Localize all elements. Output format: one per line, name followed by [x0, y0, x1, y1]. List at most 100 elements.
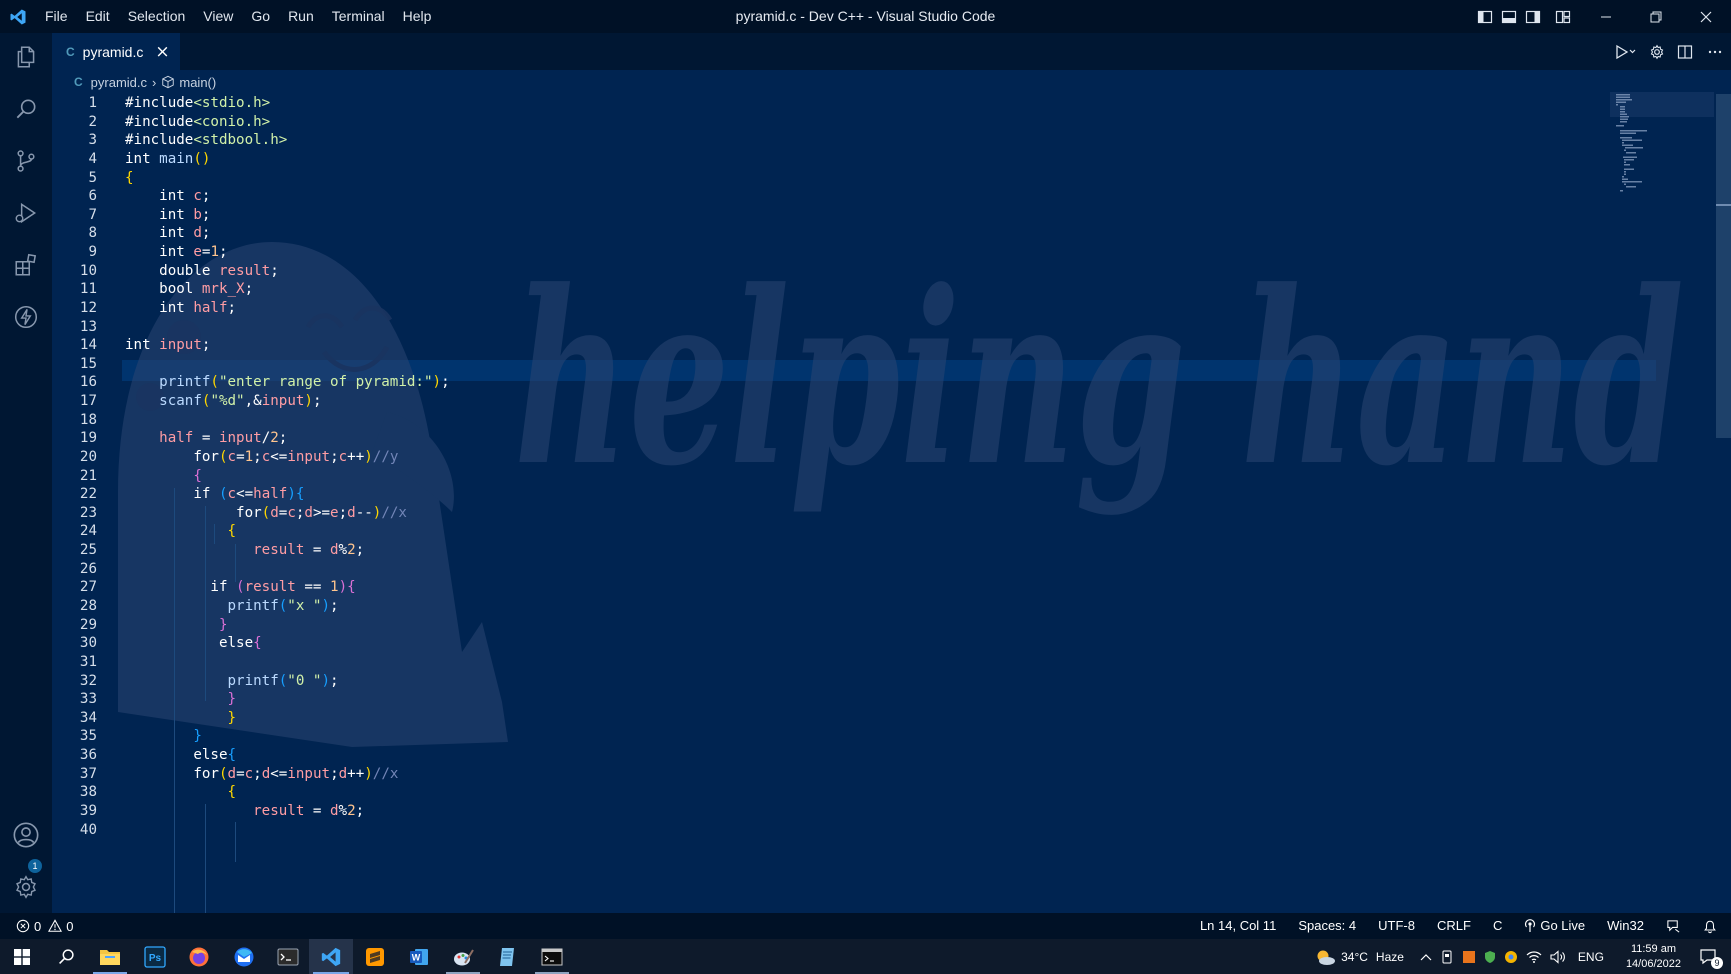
code-line[interactable]: 38 {	[52, 782, 1652, 802]
code-line[interactable]: 8 int d;	[52, 223, 1652, 243]
code-line[interactable]: 11 bool mrk_X;	[52, 279, 1652, 299]
code-line[interactable]: 6 int c;	[52, 186, 1652, 206]
end-of-line[interactable]: CRLF	[1426, 913, 1482, 939]
code-line[interactable]: 30 else{	[52, 633, 1652, 653]
minimize-icon[interactable]	[1581, 0, 1631, 33]
cursor-position[interactable]: Ln 14, Col 11	[1189, 913, 1287, 939]
code-line[interactable]: 20 for(c=1;c<=input;c++)//y	[52, 447, 1652, 467]
clock[interactable]: 11:59 am 14/06/2022	[1612, 942, 1695, 972]
terminal-app-icon[interactable]	[266, 939, 310, 974]
code-line[interactable]: 23 for(d=c;d>=e;d--)//x	[52, 503, 1652, 523]
scrollbar-thumb[interactable]	[1716, 94, 1731, 438]
code-line[interactable]: 2 #include<conio.h>	[52, 112, 1652, 132]
office-tray-icon[interactable]	[1458, 939, 1480, 974]
code-line[interactable]: 25 result = d%2;	[52, 540, 1652, 560]
code-line[interactable]: 33 }	[52, 689, 1652, 709]
notepad-icon[interactable]	[486, 939, 530, 974]
tab-pyramid-c[interactable]: C pyramid.c ×	[52, 33, 180, 70]
more-actions-icon[interactable]	[1699, 33, 1731, 70]
device-icon[interactable]	[1436, 939, 1458, 974]
code-line[interactable]: 7 int b;	[52, 205, 1652, 225]
windows-start-icon[interactable]	[0, 939, 44, 974]
problems-indicator[interactable]: 0 0	[16, 913, 73, 939]
manage-gear-icon[interactable]	[0, 863, 52, 911]
source-control-icon[interactable]	[0, 137, 52, 185]
code-line[interactable]: 21 {	[52, 466, 1652, 486]
word-icon[interactable]: W	[397, 939, 441, 974]
code-editor[interactable]: helping hand 1 #include<stdio.h> 2 #include…	[52, 92, 1731, 913]
menu-view[interactable]: View	[194, 0, 242, 33]
toggle-panel-icon[interactable]	[1497, 0, 1521, 33]
menu-run[interactable]: Run	[279, 0, 323, 33]
feedback-icon[interactable]	[1655, 913, 1692, 939]
file-explorer-icon[interactable]	[88, 939, 132, 974]
cmd-prompt-icon[interactable]	[530, 939, 574, 974]
code-line[interactable]: 4 int main()	[52, 149, 1652, 169]
code-line[interactable]: 40	[52, 820, 1652, 840]
split-editor-icon[interactable]	[1671, 33, 1699, 70]
code-line[interactable]: 28 printf("x ");	[52, 596, 1652, 616]
menu-edit[interactable]: Edit	[77, 0, 119, 33]
menu-file[interactable]: File	[36, 0, 77, 33]
code-line[interactable]: 17 scanf("%d",&input);	[52, 391, 1652, 411]
code-line[interactable]: 5{	[52, 168, 1652, 188]
firefox-icon[interactable]	[177, 939, 221, 974]
breadcrumb-symbol[interactable]: main()	[179, 75, 216, 90]
code-line[interactable]: 1 #include<stdio.h>	[52, 93, 1652, 113]
encoding[interactable]: UTF-8	[1367, 913, 1426, 939]
menu-selection[interactable]: Selection	[119, 0, 195, 33]
paint-tool-icon[interactable]	[441, 939, 485, 974]
search-icon[interactable]	[0, 85, 52, 133]
photoshop-icon[interactable]: Ps	[133, 939, 177, 974]
minimap[interactable]	[1610, 92, 1714, 202]
menu-help[interactable]: Help	[394, 0, 441, 33]
code-line[interactable]: 12 int half;	[52, 298, 1652, 318]
code-line[interactable]: 15	[52, 354, 1652, 374]
extensions-icon[interactable]	[0, 241, 52, 289]
input-language[interactable]: ENG	[1570, 939, 1612, 974]
menu-go[interactable]: Go	[242, 0, 279, 33]
run-debug-icon[interactable]	[0, 189, 52, 237]
browser-tray-icon[interactable]	[1500, 939, 1522, 974]
go-live-button[interactable]: Go Live	[1513, 913, 1596, 939]
code-line[interactable]: 19 half = input/2;	[52, 428, 1652, 448]
code-line[interactable]: 24 {	[52, 521, 1652, 541]
code-line[interactable]: 22 if (c<=half){	[52, 484, 1652, 504]
code-line[interactable]: 32 printf("0 ");	[52, 671, 1652, 691]
platform[interactable]: Win32	[1596, 913, 1655, 939]
customize-layout-icon[interactable]	[1545, 0, 1581, 33]
restore-icon[interactable]	[1631, 0, 1681, 33]
run-code-icon[interactable]	[1607, 33, 1643, 70]
code-line[interactable]: 36 else{	[52, 745, 1652, 765]
explorer-icon[interactable]	[0, 33, 52, 81]
accounts-icon[interactable]	[0, 811, 52, 859]
indentation[interactable]: Spaces: 4	[1287, 913, 1367, 939]
code-line[interactable]: 37 for(d=c;d<=input;d++)//x	[52, 764, 1652, 784]
action-center-icon[interactable]: 9	[1695, 939, 1731, 974]
vscode-taskbar-icon[interactable]	[309, 939, 353, 974]
shield-tray-icon[interactable]	[1480, 939, 1500, 974]
code-line[interactable]: 26	[52, 559, 1652, 579]
code-line[interactable]: 10 double result;	[52, 261, 1652, 281]
tab-close-icon[interactable]: ×	[155, 42, 169, 62]
code-line[interactable]: 29 }	[52, 615, 1652, 635]
code-line[interactable]: 39 result = d%2;	[52, 801, 1652, 821]
breadcrumb-file[interactable]: pyramid.c	[91, 75, 147, 90]
wifi-icon[interactable]	[1522, 939, 1546, 974]
toggle-secondary-sidebar-icon[interactable]	[1521, 0, 1545, 33]
menu-terminal[interactable]: Terminal	[323, 0, 394, 33]
code-line[interactable]: 27 if (result == 1){	[52, 577, 1652, 597]
settings-gear-icon[interactable]	[1643, 33, 1671, 70]
toggle-primary-sidebar-icon[interactable]	[1473, 0, 1497, 33]
code-line[interactable]: 3 #include<stdbool.h>	[52, 130, 1652, 150]
taskbar-search-icon[interactable]	[44, 939, 88, 974]
code-line[interactable]: 9 int e=1;	[52, 242, 1652, 262]
code-line[interactable]: 35 }	[52, 726, 1652, 746]
code-line[interactable]: 31	[52, 652, 1652, 672]
sublime-text-icon[interactable]	[353, 939, 397, 974]
code-line[interactable]: 34 }	[52, 708, 1652, 728]
code-line[interactable]: 14 int input;	[52, 335, 1652, 355]
code-line[interactable]: 13	[52, 317, 1652, 337]
weather-widget[interactable]: 34°C Haze	[1310, 939, 1408, 974]
code-line[interactable]: 18	[52, 410, 1652, 430]
